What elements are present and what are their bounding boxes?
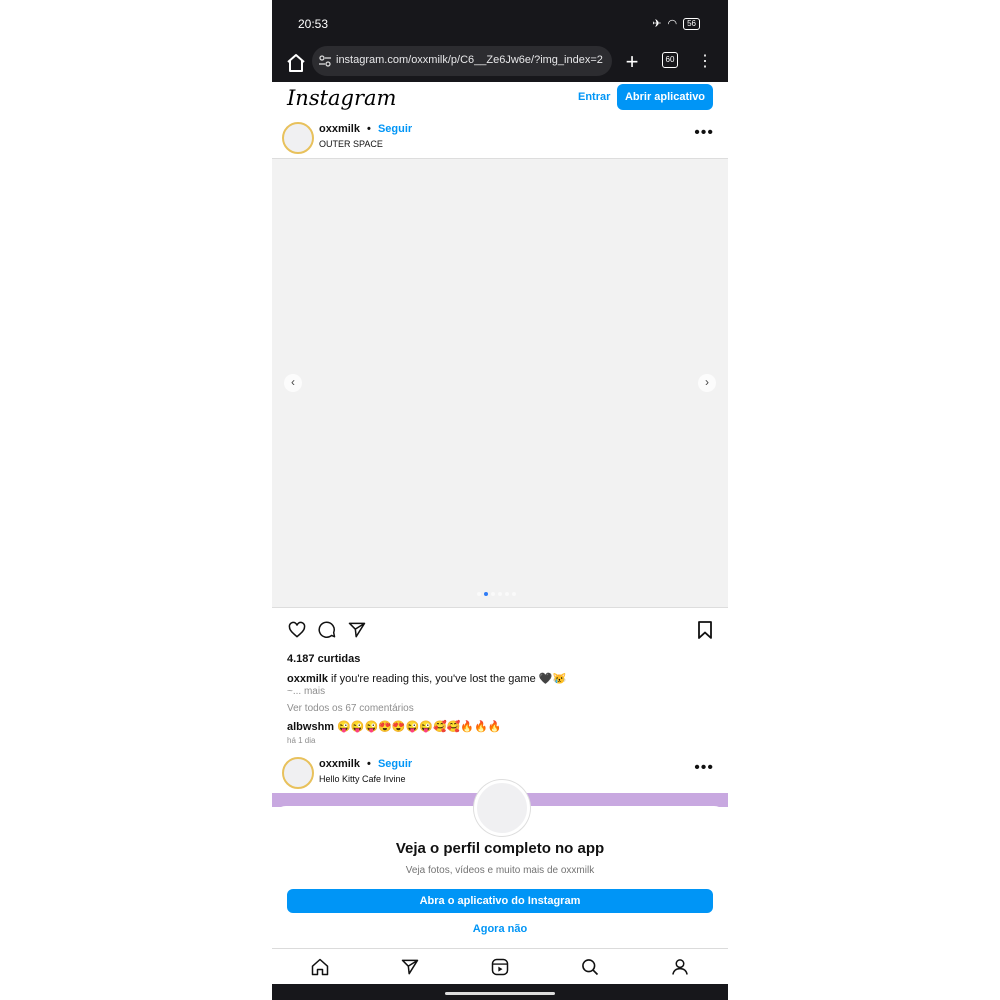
- home-icon[interactable]: [284, 51, 308, 75]
- post-location[interactable]: OUTER SPACE: [319, 139, 383, 149]
- post-image[interactable]: ‹ ›: [272, 158, 728, 608]
- next-post-username-line: oxxmilk • Seguir: [319, 758, 412, 770]
- not-now-button[interactable]: Agora não: [272, 923, 728, 935]
- view-all-comments-link[interactable]: Ver todos os 67 comentários: [287, 703, 414, 714]
- phone-screen: 20:53 ✈ ◠ 56 instagram.com/oxxmilk/p/C6_…: [272, 0, 728, 1000]
- sheet-avatar: [474, 780, 530, 836]
- next-post-location[interactable]: Hello Kitty Cafe Irvine: [319, 774, 406, 784]
- reels-icon[interactable]: [490, 957, 510, 977]
- bookmark-icon[interactable]: [696, 620, 714, 640]
- separator-dot: •: [367, 758, 371, 770]
- like-heart-icon[interactable]: [287, 620, 307, 640]
- next-post-username[interactable]: oxxmilk: [319, 758, 360, 770]
- post-username-line: oxxmilk • Seguir: [319, 123, 412, 135]
- more-options-icon[interactable]: •••: [694, 759, 714, 777]
- carousel-dot: [477, 592, 481, 596]
- browser-toolbar: instagram.com/oxxmilk/p/C6__Ze6Jw6e/?img…: [272, 44, 728, 82]
- status-icons: ✈ ◠ 56: [652, 17, 700, 30]
- address-bar[interactable]: instagram.com/oxxmilk/p/C6__Ze6Jw6e/?img…: [312, 46, 612, 76]
- airplane-icon: ✈: [652, 18, 662, 30]
- overflow-menu-icon[interactable]: ⋮: [697, 51, 713, 73]
- url-text: instagram.com/oxxmilk/p/C6__Ze6Jw6e/?img…: [336, 54, 603, 66]
- carousel-dot: [491, 592, 495, 596]
- login-link[interactable]: Entrar: [578, 91, 610, 103]
- carousel-dot: [505, 592, 509, 596]
- share-send-icon[interactable]: [347, 620, 367, 640]
- carousel-next-icon[interactable]: ›: [698, 374, 716, 392]
- open-instagram-app-button[interactable]: Abra o aplicativo do Instagram: [287, 889, 713, 913]
- carousel-prev-icon[interactable]: ‹: [284, 374, 302, 392]
- caption-username[interactable]: oxxmilk: [287, 673, 328, 685]
- post-caption: oxxmilk if you're reading this, you've l…: [287, 672, 707, 685]
- carousel-dot: [484, 592, 488, 596]
- search-icon[interactable]: [580, 957, 600, 977]
- post-timestamp: há 1 dia: [287, 736, 316, 745]
- instagram-header: Instagram Entrar Abrir aplicativo: [272, 82, 728, 116]
- new-tab-icon[interactable]: +: [622, 51, 642, 73]
- carousel-dot: [498, 592, 502, 596]
- comment-username[interactable]: albwshm: [287, 721, 334, 733]
- tab-switcher-button[interactable]: 60: [662, 52, 678, 68]
- post-header: oxxmilk • Seguir OUTER SPACE •••: [272, 118, 728, 158]
- separator-dot: •: [367, 123, 371, 135]
- post-actions: [272, 620, 728, 642]
- more-options-icon[interactable]: •••: [694, 124, 714, 142]
- open-app-button[interactable]: Abrir aplicativo: [617, 84, 713, 110]
- caption-more-link[interactable]: ~... mais: [287, 686, 325, 697]
- battery-icon: 56: [683, 17, 700, 30]
- site-settings-icon[interactable]: [318, 54, 332, 68]
- likes-count[interactable]: 4.187 curtidas: [287, 653, 360, 665]
- caption-text: if you're reading this, you've lost the …: [331, 673, 567, 685]
- avatar[interactable]: [282, 757, 314, 789]
- instagram-logo[interactable]: Instagram: [287, 86, 396, 110]
- home-icon[interactable]: [310, 957, 330, 977]
- wifi-icon: ◠: [667, 18, 678, 30]
- post-username[interactable]: oxxmilk: [319, 123, 360, 135]
- comment-icon[interactable]: [317, 620, 337, 640]
- gesture-bar: [272, 984, 728, 1000]
- sheet-title: Veja o perfil completo no app: [395, 840, 605, 857]
- next-post-follow-button[interactable]: Seguir: [378, 758, 412, 770]
- status-time: 20:53: [298, 17, 329, 31]
- carousel-indicator: [477, 592, 516, 596]
- status-bar: 20:53 ✈ ◠ 56: [272, 0, 728, 44]
- home-indicator[interactable]: [445, 992, 555, 995]
- sheet-subtitle: Veja fotos, vídeos e muito mais de oxxmi…: [405, 865, 595, 876]
- follow-button[interactable]: Seguir: [378, 123, 412, 135]
- comment-text: 😜😜😜😍😍😜😜🥰🥰🔥🔥🔥: [337, 721, 502, 733]
- carousel-dot: [512, 592, 516, 596]
- comment: albwshm 😜😜😜😍😍😜😜🥰🥰🔥🔥🔥: [287, 720, 502, 733]
- avatar[interactable]: [282, 122, 314, 154]
- direct-messages-icon[interactable]: [400, 957, 420, 977]
- bottom-navigation: [272, 948, 728, 985]
- profile-icon[interactable]: [670, 957, 690, 977]
